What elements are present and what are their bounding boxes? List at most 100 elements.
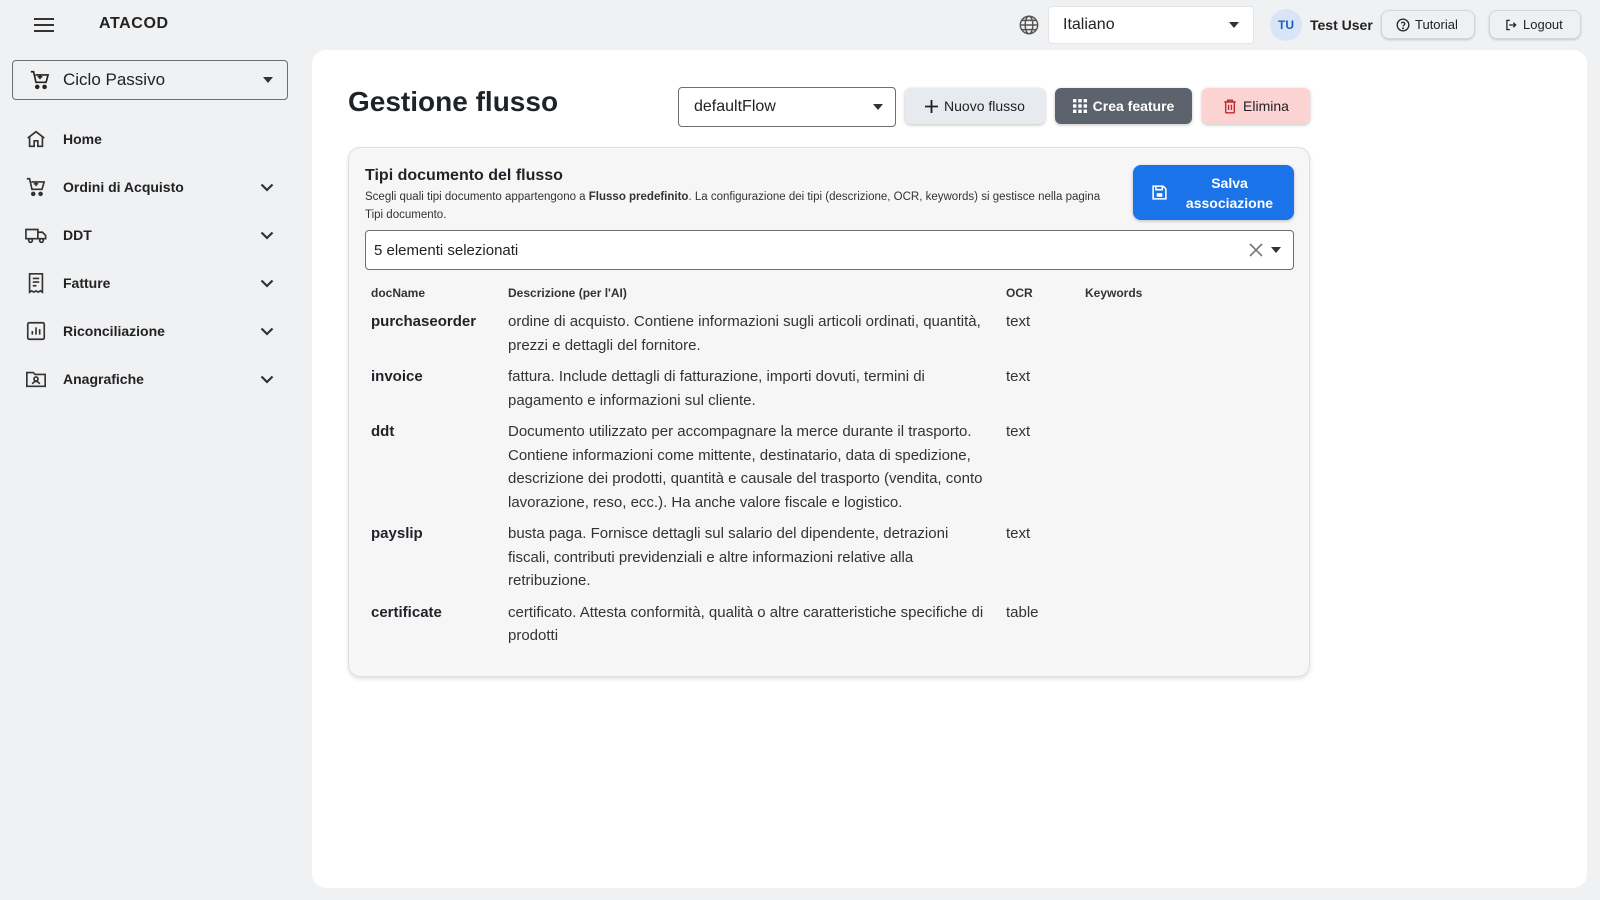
- receipt-icon: [24, 271, 48, 295]
- chevron-down-icon: [260, 327, 274, 336]
- save-association-button[interactable]: Salva associazione: [1133, 165, 1294, 220]
- context-select-value: Ciclo Passivo: [63, 70, 166, 89]
- card-description-flow-name: Flusso predefinito: [588, 191, 689, 203]
- table-row: payslip busta paga. Fornisce dettagli su…: [365, 522, 1294, 601]
- flow-select[interactable]: defaultFlow: [678, 87, 896, 127]
- avatar[interactable]: TU: [1270, 9, 1302, 41]
- caret-down-icon: [263, 77, 273, 83]
- hamburger-menu-button[interactable]: [30, 12, 58, 38]
- create-feature-label: Crea feature: [1092, 98, 1175, 114]
- sidebar-item-ordini-di-acquisto[interactable]: Ordini di Acquisto: [12, 167, 288, 207]
- chevron-down-icon: [260, 375, 274, 384]
- delete-label: Elimina: [1243, 98, 1289, 114]
- table-row: purchaseorder ordine di acquisto. Contie…: [365, 310, 1294, 365]
- cell-ocr: text: [1006, 368, 1031, 385]
- cell-ocr: table: [1006, 603, 1039, 621]
- table-row: ddt Documento utilizzato per accompagnar…: [365, 420, 1294, 522]
- cell-docname: certificate: [371, 603, 442, 621]
- cell-ocr: text: [1006, 313, 1031, 330]
- language-select[interactable]: Italiano: [1048, 6, 1254, 44]
- document-types-card: Tipi documento del flusso Scegli quali t…: [348, 147, 1310, 677]
- home-icon: [24, 127, 48, 151]
- globe-icon[interactable]: [1018, 14, 1040, 36]
- top-bar: ATACOD Italiano TU Test User Tutorial Lo…: [0, 0, 1600, 50]
- cell-docname: payslip: [371, 525, 423, 542]
- table-row: certificate certificato. Attesta conform…: [365, 601, 1294, 656]
- column-header-keywords: Keywords: [1085, 286, 1143, 300]
- chevron-down-icon: [260, 279, 274, 288]
- caret-down-icon: [1229, 22, 1239, 28]
- page-title: Gestione flusso: [348, 86, 559, 117]
- logout-button[interactable]: Logout: [1489, 10, 1581, 39]
- sidebar-item-label: DDT: [63, 227, 92, 243]
- logout-icon: [1506, 19, 1517, 30]
- cell-ocr: text: [1006, 423, 1031, 440]
- cell-description: certificato. Attesta conformità, qualità…: [508, 603, 984, 645]
- cell-description: ordine di acquisto. Contiene informazion…: [508, 313, 981, 354]
- column-header-ocr: OCR: [1006, 286, 1033, 300]
- sidebar-item-label: Ordini di Acquisto: [63, 179, 184, 195]
- cell-keywords: [1079, 420, 1294, 522]
- cart-icon: [24, 175, 48, 199]
- chevron-down-icon: [260, 183, 274, 192]
- contact-folder-icon: [24, 367, 48, 391]
- card-description: Scegli quali tipi documento appartengono…: [365, 188, 1105, 224]
- app-title: ATACOD: [99, 15, 169, 32]
- sidebar-item-label: Fatture: [63, 275, 111, 291]
- table-row: invoice fattura. Include dettagli di fat…: [365, 365, 1294, 420]
- cell-keywords: [1079, 601, 1294, 656]
- cell-description: Documento utilizzato per accompagnare la…: [508, 423, 983, 511]
- user-name: Test User: [1310, 17, 1373, 33]
- sidebar-item-ddt[interactable]: DDT: [12, 215, 288, 255]
- sidebar-item-anagrafiche[interactable]: Anagrafiche: [12, 359, 288, 399]
- cart-icon: [30, 70, 50, 90]
- cell-keywords: [1079, 365, 1294, 420]
- cell-docname: purchaseorder: [371, 313, 477, 330]
- cell-description: fattura. Include dettagli di fatturazion…: [508, 368, 925, 409]
- tutorial-label: Tutorial: [1415, 17, 1458, 32]
- cell-keywords: [1079, 310, 1294, 365]
- plus-icon: [925, 99, 939, 113]
- multiselect-summary: 5 elementi selezionati: [374, 241, 519, 259]
- card-title: Tipi documento del flusso: [365, 167, 563, 184]
- delete-button[interactable]: Elimina: [1202, 88, 1310, 124]
- chevron-down-icon: [260, 231, 274, 240]
- cell-docname: ddt: [371, 423, 395, 440]
- sidebar-item-riconciliazione[interactable]: Riconciliazione: [12, 311, 288, 351]
- sidebar-item-label: Anagrafiche: [63, 371, 144, 387]
- sidebar-item-label: Home: [63, 131, 102, 147]
- sidebar-item-label: Riconciliazione: [63, 323, 165, 339]
- column-header-docname: docName: [371, 286, 426, 300]
- language-select-value: Italiano: [1063, 16, 1115, 33]
- save-association-label: Salva associazione: [1185, 174, 1274, 211]
- chart-icon: [24, 319, 48, 343]
- cell-keywords: [1079, 522, 1294, 601]
- sidebar: Ciclo Passivo Home Ordini di Acquisto DD…: [0, 50, 312, 900]
- grid-icon: [1072, 99, 1087, 113]
- context-select[interactable]: Ciclo Passivo: [12, 60, 288, 100]
- sidebar-item-fatture[interactable]: Fatture: [12, 263, 288, 303]
- save-icon: [1152, 185, 1167, 200]
- new-flow-label: Nuovo flusso: [944, 98, 1025, 114]
- trash-icon: [1224, 98, 1236, 114]
- card-description-text: Scegli quali tipi documento appartengono…: [365, 191, 589, 203]
- table-header-row: docName Descrizione (per l'AI) OCR Keywo…: [365, 284, 1294, 310]
- menu-icon: [34, 18, 54, 32]
- close-icon[interactable]: [1249, 243, 1263, 257]
- help-circle-icon: [1396, 18, 1410, 31]
- caret-down-icon: [873, 104, 883, 110]
- sidebar-item-home[interactable]: Home: [12, 119, 288, 159]
- cell-ocr: text: [1006, 525, 1031, 542]
- new-flow-button[interactable]: Nuovo flusso: [905, 88, 1045, 124]
- main-panel: Gestione flusso defaultFlow Nuovo flusso…: [312, 50, 1587, 888]
- document-types-table: docName Descrizione (per l'AI) OCR Keywo…: [365, 284, 1294, 656]
- column-header-description: Descrizione (per l'AI): [508, 286, 627, 300]
- document-types-multiselect[interactable]: 5 elementi selezionati: [365, 230, 1294, 270]
- logout-label: Logout: [1523, 17, 1563, 32]
- tutorial-button[interactable]: Tutorial: [1381, 10, 1475, 39]
- cell-description: busta paga. Fornisce dettagli sul salari…: [508, 525, 949, 589]
- flow-select-value: defaultFlow: [694, 98, 776, 115]
- truck-icon: [24, 223, 48, 247]
- create-feature-button[interactable]: Crea feature: [1055, 88, 1192, 124]
- caret-down-icon: [1271, 247, 1281, 253]
